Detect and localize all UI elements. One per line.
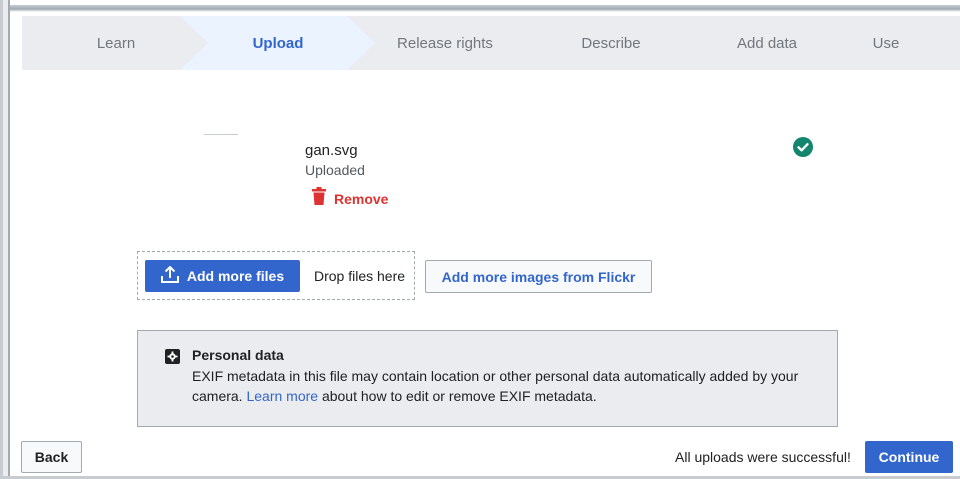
window-frame-left bbox=[0, 0, 16, 479]
add-more-files-label: Add more files bbox=[186, 268, 285, 284]
step-label: Learn bbox=[96, 34, 136, 52]
continue-button[interactable]: Continue bbox=[865, 441, 953, 473]
step-label: Describe bbox=[581, 34, 641, 52]
back-button[interactable]: Back bbox=[21, 441, 82, 473]
file-name: gan.svg bbox=[305, 142, 358, 159]
window-frame-top bbox=[10, 0, 960, 12]
notice-text-end: about how to edit or remove EXIF metadat… bbox=[318, 388, 597, 404]
notice-body: EXIF metadata in this file may contain l… bbox=[192, 366, 812, 406]
check-circle-icon bbox=[793, 137, 813, 157]
upload-icon bbox=[160, 265, 179, 286]
remove-label: Remove bbox=[334, 190, 389, 207]
step-label: Release rights bbox=[397, 34, 493, 52]
step-label: Upload bbox=[252, 34, 304, 52]
drop-files-text: Drop files here bbox=[314, 268, 406, 284]
notice-title: Personal data bbox=[192, 347, 284, 363]
add-flickr-images-button[interactable]: Add more images from Flickr bbox=[425, 260, 652, 293]
upload-wizard-steps: Learn Upload Release rights Describe Add… bbox=[22, 16, 960, 70]
trash-icon bbox=[312, 187, 326, 210]
learn-more-link[interactable]: Learn more bbox=[246, 388, 318, 404]
add-more-files-button[interactable]: Add more files bbox=[145, 260, 300, 292]
upload-success-message: All uploads were successful! bbox=[675, 449, 851, 465]
file-thumbnail bbox=[204, 134, 238, 135]
file-status: Uploaded bbox=[305, 162, 365, 178]
remove-file-button[interactable]: Remove bbox=[312, 187, 388, 210]
step-use: Use bbox=[812, 16, 960, 70]
step-label: Add data bbox=[736, 34, 798, 52]
settings-icon bbox=[165, 349, 180, 364]
step-label: Use bbox=[872, 34, 900, 52]
